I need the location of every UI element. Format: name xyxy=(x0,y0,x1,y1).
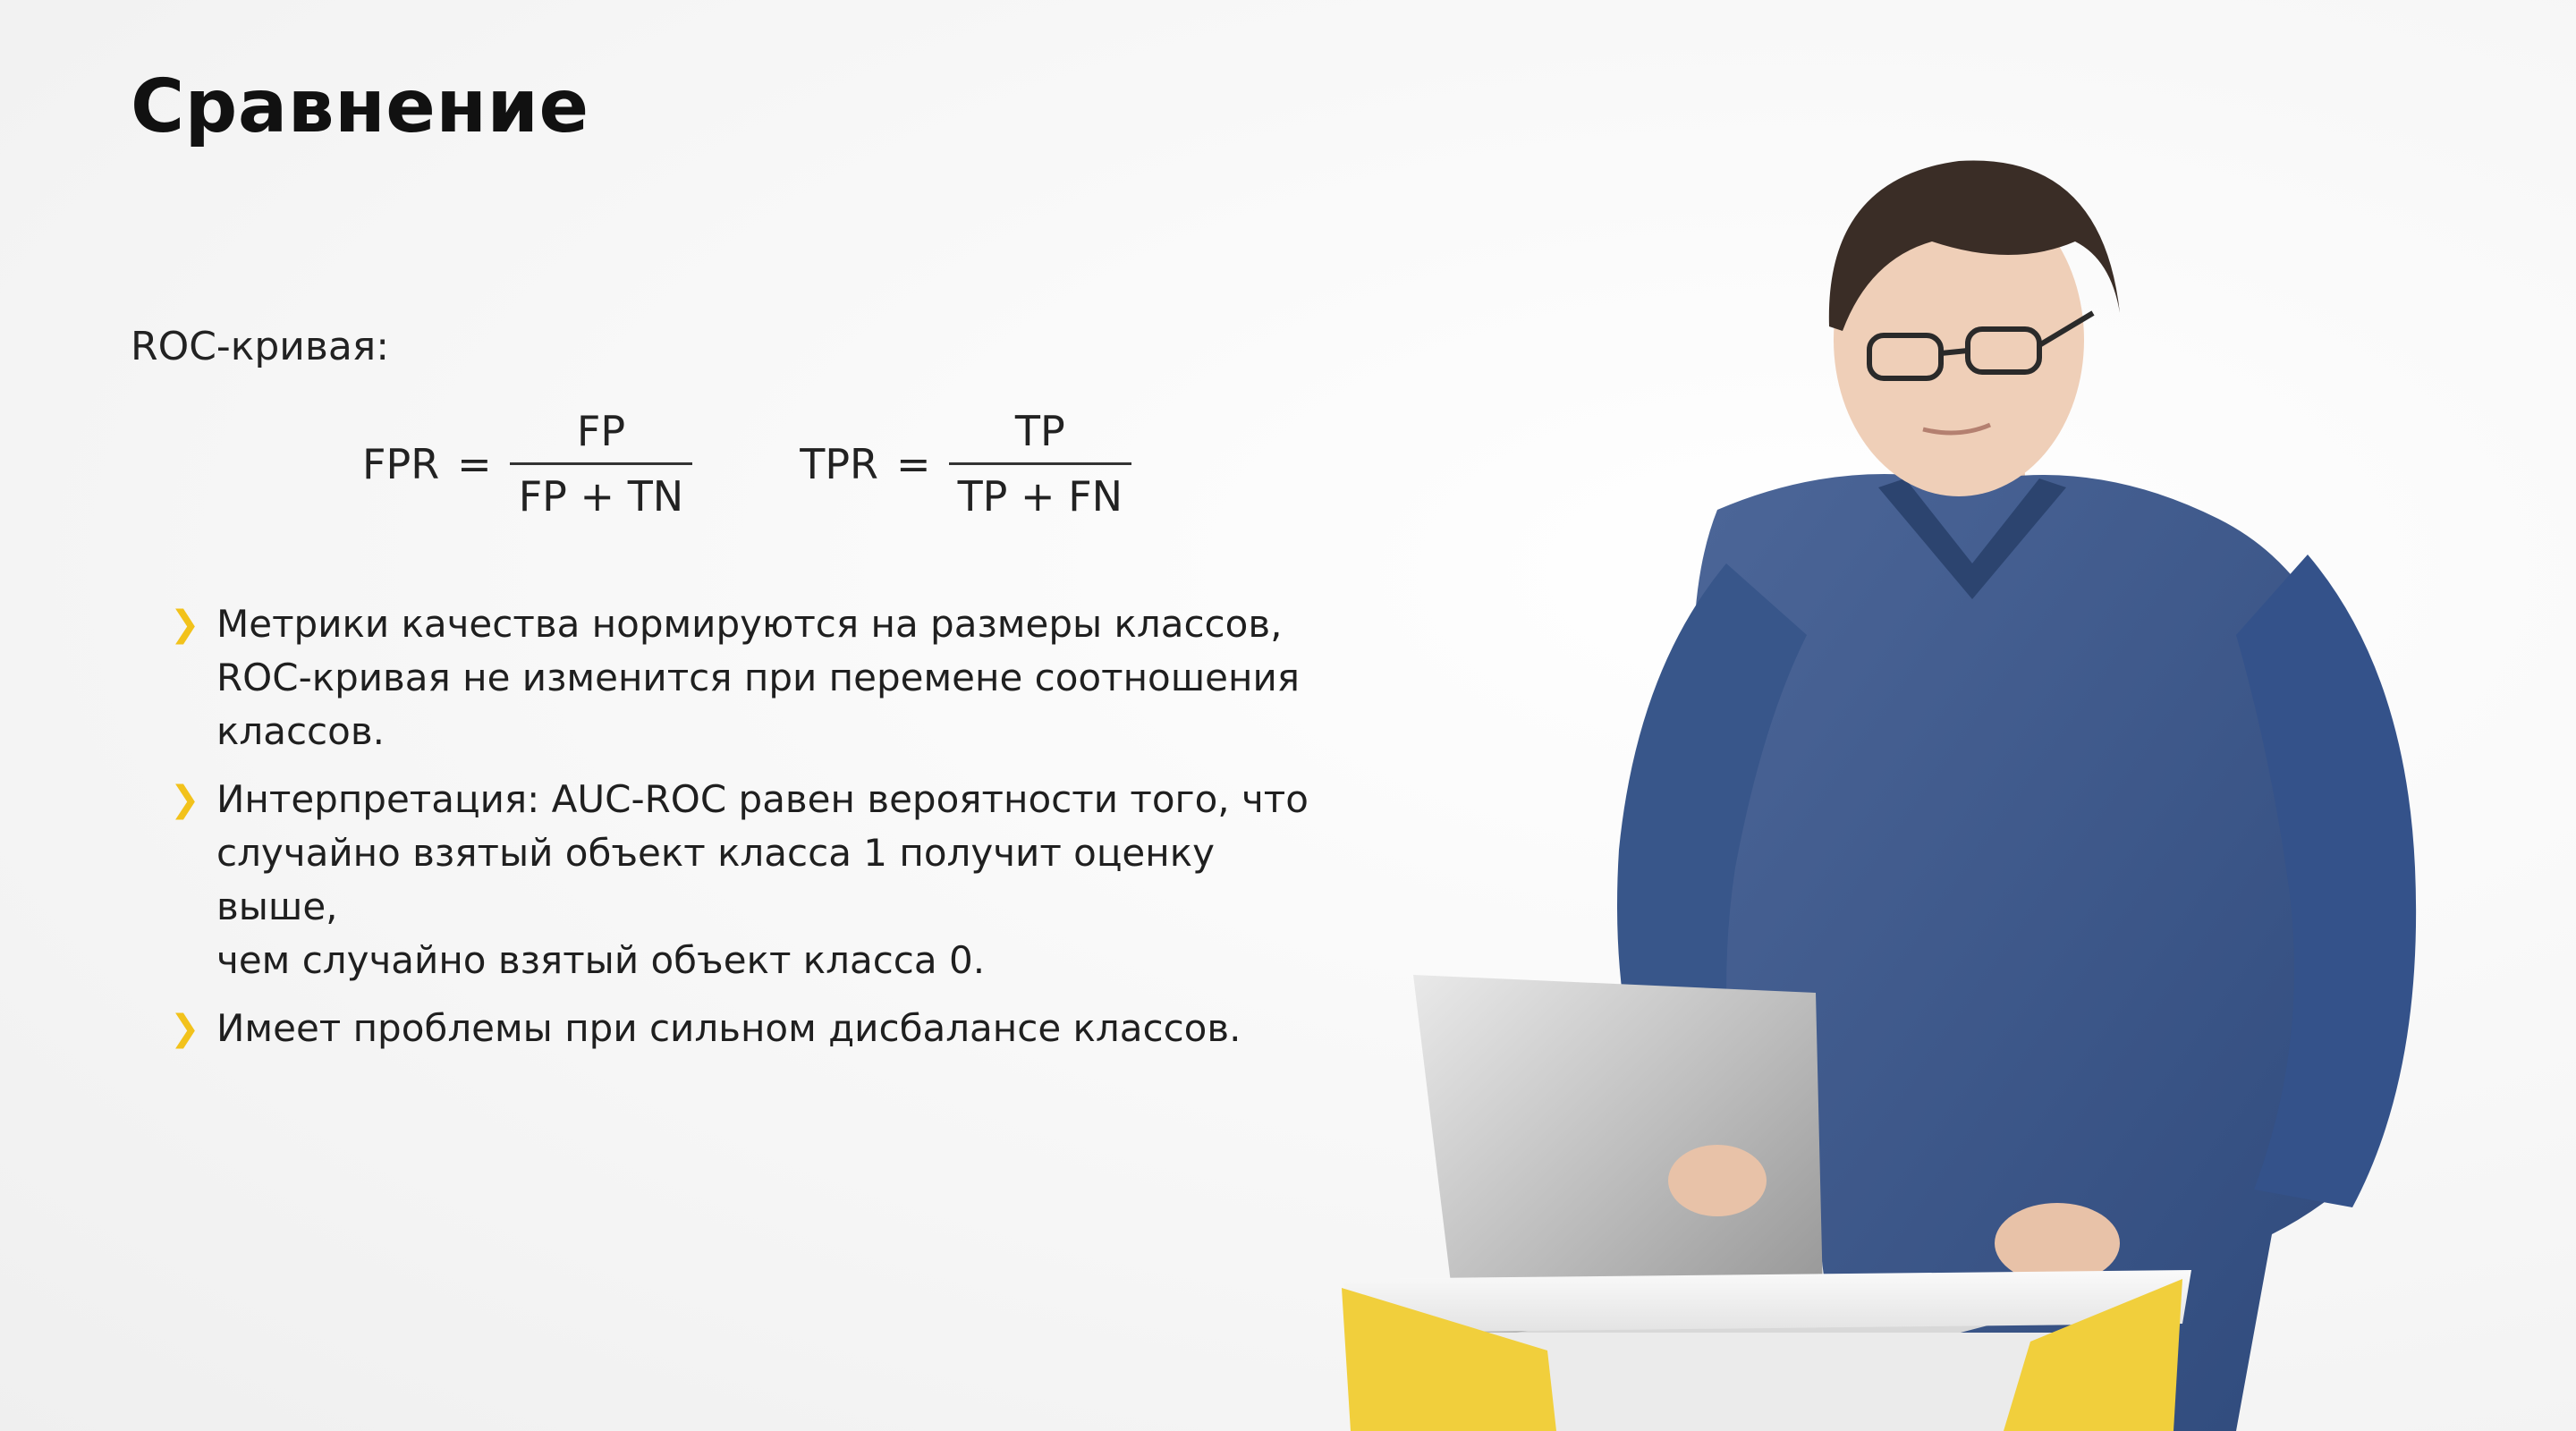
formula-fpr-denominator: FP + TN xyxy=(509,462,693,521)
presenter-illustration xyxy=(1342,160,2417,1431)
bullet-line: Интерпретация: AUC-ROC равен вероятности… xyxy=(216,777,1309,821)
formula-fpr-fraction: FP FP + TN xyxy=(509,407,693,521)
formula-tpr-eq: = xyxy=(896,439,931,488)
presenter-left-hand xyxy=(1668,1145,1767,1216)
chevron-right-icon: ❯ xyxy=(170,779,200,820)
bullet-list: ❯ Метрики качества нормируются на размер… xyxy=(170,597,1333,1070)
chevron-right-icon: ❯ xyxy=(170,604,200,645)
slide-title: Сравнение xyxy=(131,64,589,149)
bullet-line: классов. xyxy=(216,709,385,753)
formula-tpr-lhs: TPR xyxy=(800,439,879,488)
bullet-line: ROC-кривая не изменится при перемене соо… xyxy=(216,656,1301,699)
bullet-item: ❯ Метрики качества нормируются на размер… xyxy=(170,597,1333,758)
bullet-item: ❯ Интерпретация: AUC-ROC равен вероятнос… xyxy=(170,773,1333,987)
formula-tpr: TPR = TP TP + FN xyxy=(800,407,1132,521)
formula-fpr-numerator: FP xyxy=(576,407,626,455)
slide: Сравнение ROC-кривая: FPR = FP FP + TN T… xyxy=(0,0,2576,1431)
chevron-right-icon: ❯ xyxy=(170,1008,200,1049)
formula-tpr-fraction: TP TP + FN xyxy=(948,407,1132,521)
bullet-line: случайно взятый объект класса 1 получит … xyxy=(216,831,1215,928)
formula-row: FPR = FP FP + TN TPR = TP TP + FN xyxy=(362,407,1132,521)
podium-top xyxy=(1342,1270,2191,1333)
formula-tpr-numerator: TP xyxy=(1014,407,1065,455)
bullet-line: Метрики качества нормируются на размеры … xyxy=(216,602,1283,646)
formula-fpr: FPR = FP FP + TN xyxy=(362,407,693,521)
bullet-line: Имеет проблемы при сильном дисбалансе кл… xyxy=(216,1006,1241,1050)
bullet-line: чем случайно взятый объект класса 0. xyxy=(216,938,986,982)
bullet-item: ❯ Имеет проблемы при сильном дисбалансе … xyxy=(170,1002,1333,1055)
formula-fpr-lhs: FPR xyxy=(362,439,440,488)
formula-fpr-eq: = xyxy=(457,439,492,488)
formula-tpr-denominator: TP + FN xyxy=(948,462,1132,521)
slide-subtitle: ROC-кривая: xyxy=(131,324,390,369)
